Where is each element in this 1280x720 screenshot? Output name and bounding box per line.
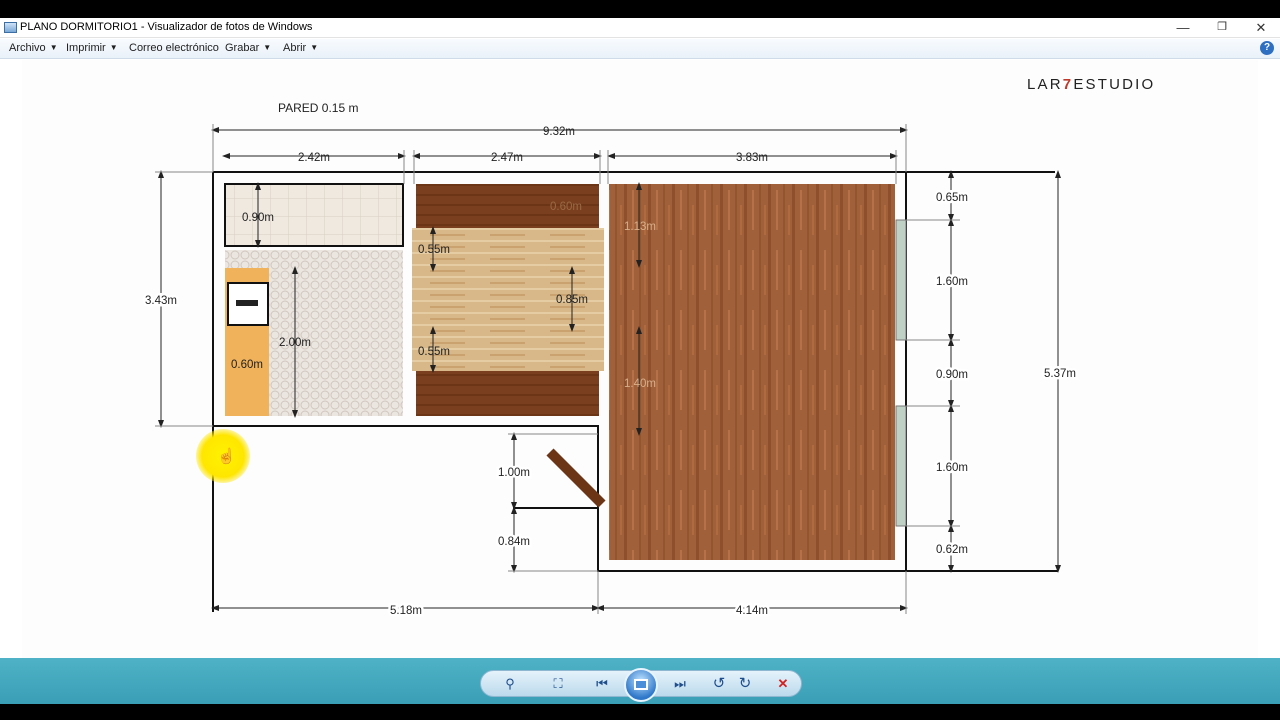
brand-prefix: LAR xyxy=(1027,76,1063,93)
brand-suffix: ESTUDIO xyxy=(1073,76,1156,93)
bottom-toolbar: ⚲ ⛶ ⏮ ⏭ ↺ ↻ ✕ xyxy=(0,658,1280,704)
bottom-letterbox xyxy=(0,704,1280,720)
toolbar-controls: ⚲ ⛶ ⏮ ⏭ ↺ ↻ ✕ xyxy=(480,668,802,702)
menu-correo-label: Correo electrónico xyxy=(129,42,219,54)
rotate-left-icon[interactable]: ↺ xyxy=(708,674,730,694)
menu-grabar-label: Grabar xyxy=(225,42,260,54)
close-button[interactable]: ✕ xyxy=(1242,18,1280,38)
menu-abrir[interactable]: Abrir ▼ xyxy=(283,42,318,54)
menu-bar: Archivo ▼ Imprimir ▼ Correo electrónico Gr… xyxy=(0,39,1280,59)
maximize-button[interactable]: ❐ xyxy=(1203,18,1241,38)
menu-abrir-label: Abrir xyxy=(283,42,307,54)
help-icon[interactable]: ? xyxy=(1260,41,1274,55)
previous-icon[interactable]: ⏮ xyxy=(591,674,613,694)
slideshow-icon xyxy=(634,679,648,690)
next-icon[interactable]: ⏭ xyxy=(669,674,691,694)
menu-archivo-label: Archivo xyxy=(9,42,46,54)
menu-grabar[interactable]: Grabar ▼ xyxy=(225,42,271,54)
slideshow-button[interactable] xyxy=(624,668,658,702)
wall-thickness-label: PARED 0.15 m xyxy=(278,101,359,115)
chevron-down-icon: ▼ xyxy=(49,43,58,52)
image-viewport xyxy=(0,60,1280,658)
title-bar: PLANO DORMITORIO1 - Visualizador de foto… xyxy=(0,18,1280,38)
menu-archivo[interactable]: Archivo ▼ xyxy=(9,42,58,54)
actual-size-icon[interactable]: ⛶ xyxy=(547,674,569,694)
chevron-down-icon: ▼ xyxy=(263,43,272,52)
chevron-down-icon: ▼ xyxy=(109,43,118,52)
brand-logo: LAR7ESTUDIO xyxy=(1027,76,1155,93)
image-canvas xyxy=(22,60,1258,658)
delete-icon[interactable]: ✕ xyxy=(772,674,794,694)
menu-imprimir-label: Imprimir xyxy=(66,42,106,54)
photo-viewer-icon xyxy=(4,22,17,33)
rotate-right-icon[interactable]: ↻ xyxy=(734,674,756,694)
zoom-icon[interactable]: ⚲ xyxy=(499,674,521,694)
menu-correo[interactable]: Correo electrónico xyxy=(129,42,219,54)
chevron-down-icon: ▼ xyxy=(310,43,319,52)
hand-cursor-icon: ☝ xyxy=(217,448,236,465)
brand-seven: 7 xyxy=(1062,76,1074,93)
cursor-highlight: ☝ xyxy=(196,429,250,483)
menu-imprimir[interactable]: Imprimir ▼ xyxy=(66,42,118,54)
photo-viewer-window: PLANO DORMITORIO1 - Visualizador de foto… xyxy=(0,18,1280,704)
minimize-button[interactable]: — xyxy=(1164,18,1202,38)
window-title: PLANO DORMITORIO1 - Visualizador de foto… xyxy=(20,21,313,33)
